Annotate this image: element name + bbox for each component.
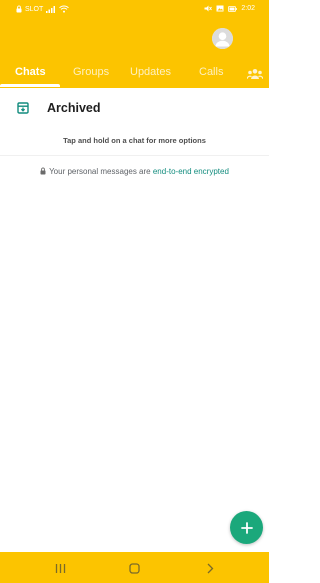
tab-groups[interactable]: Groups <box>73 66 109 78</box>
chat-options-hint: Tap and hold on a chat for more options <box>63 136 206 145</box>
encryption-text: Your personal messages are <box>49 167 153 176</box>
home-icon <box>129 563 140 574</box>
archived-label: Archived <box>47 101 101 115</box>
tab-chats[interactable]: Chats <box>15 66 46 78</box>
archived-row[interactable]: Archived <box>0 92 269 126</box>
archive-icon <box>17 102 29 114</box>
battery-icon <box>228 5 238 12</box>
community-tab[interactable] <box>246 67 264 85</box>
signal-icon <box>46 6 56 13</box>
new-chat-button[interactable] <box>230 511 263 544</box>
encryption-link[interactable]: end-to-end encrypted <box>153 167 229 176</box>
back-button[interactable] <box>206 561 214 579</box>
tab-updates[interactable]: Updates <box>130 66 171 78</box>
encryption-lock-icon <box>40 167 46 175</box>
wifi-icon <box>59 5 70 13</box>
status-carrier-text: SLOT <box>25 5 44 13</box>
avatar-icon <box>212 28 233 49</box>
tab-bar: Chats Groups Updates Calls <box>0 62 269 88</box>
profile-avatar[interactable] <box>212 28 233 49</box>
archive-icon-wrap <box>17 101 29 119</box>
recent-apps-icon <box>55 564 66 573</box>
recent-apps-button[interactable] <box>55 561 66 579</box>
app-header: SLOT 2:02 Chats Groups Updates Calls <box>0 0 269 88</box>
tab-calls[interactable]: Calls <box>199 66 223 78</box>
mute-icon <box>204 5 213 12</box>
encryption-notice: Your personal messages are end-to-end en… <box>0 167 269 176</box>
chats-screen: SLOT 2:02 Chats Groups Updates Calls Arc… <box>0 0 269 583</box>
image-notification-icon <box>216 5 224 12</box>
lock-icon <box>16 5 22 13</box>
divider <box>0 155 269 156</box>
status-time: 2:02 <box>241 5 255 12</box>
back-icon <box>207 563 214 574</box>
system-nav-bar <box>0 552 269 583</box>
active-tab-indicator <box>0 84 60 87</box>
plus-icon <box>240 521 253 534</box>
community-icon <box>246 69 264 80</box>
status-bar: SLOT 2:02 <box>0 0 269 20</box>
home-button[interactable] <box>129 561 140 579</box>
